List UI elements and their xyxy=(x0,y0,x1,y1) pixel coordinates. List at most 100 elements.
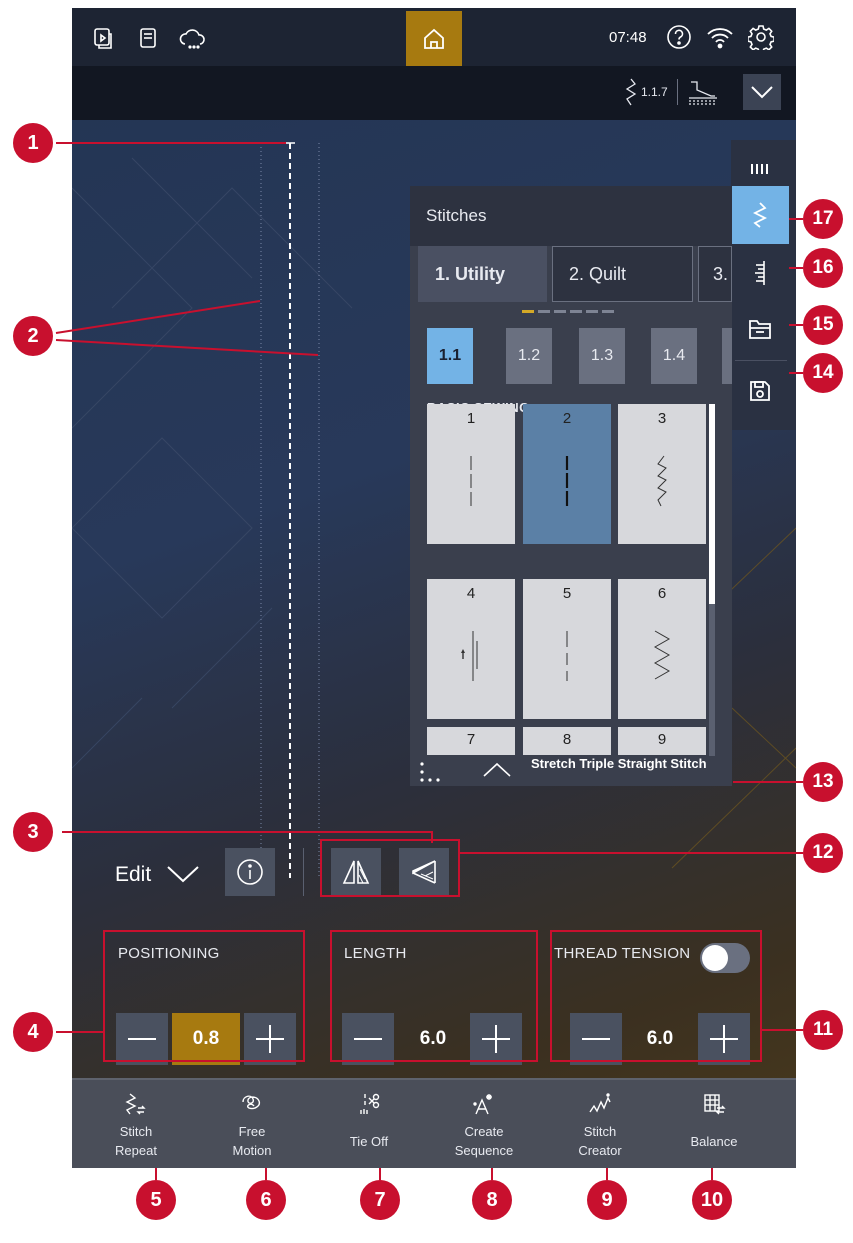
rail-save[interactable] xyxy=(731,362,789,420)
toolbar-label: Free xyxy=(238,1124,266,1139)
stitch-tile-9[interactable]: 9 xyxy=(618,727,706,755)
save-icon xyxy=(750,381,770,401)
stitch-tile-7[interactable]: 7 xyxy=(427,727,515,755)
stitch-number-label: 3 xyxy=(657,410,667,427)
stitches-panel: Stitches 1. Utility 2. Quilt 3. 1.1 1.2 … xyxy=(410,186,732,786)
tie-off-button[interactable]: Tie Off xyxy=(317,1080,421,1178)
stitch-tile-4[interactable]: 4 xyxy=(427,579,515,719)
toolbar-label: Balance xyxy=(690,1134,738,1149)
info-bar: 1.1.7 xyxy=(72,66,796,120)
callout-13: 13 xyxy=(803,762,843,802)
callout-11: 11 xyxy=(803,1010,843,1050)
stitch-tile-1[interactable]: 1 xyxy=(427,404,515,544)
toolbar-label: Tie Off xyxy=(349,1134,389,1149)
subtab-1-2[interactable]: 1.2 xyxy=(506,328,552,384)
callout-4: 4 xyxy=(13,1012,53,1052)
stitch-tile-3[interactable]: 3 xyxy=(618,404,706,544)
stitch-indicator: 1.1.7 xyxy=(624,78,719,106)
help-icon[interactable] xyxy=(666,24,692,50)
chevron-up-icon[interactable] xyxy=(482,760,512,778)
callout-10: 10 xyxy=(692,1180,732,1220)
expand-button[interactable] xyxy=(743,74,781,110)
home-button[interactable] xyxy=(406,11,462,66)
stitch-number: 1.1.7 xyxy=(641,85,668,99)
callout-15: 15 xyxy=(803,305,843,345)
folder-icon xyxy=(749,320,771,339)
rail-fonts[interactable] xyxy=(731,244,789,302)
create-sequence-button[interactable]: Create Sequence xyxy=(432,1080,536,1178)
info-button[interactable] xyxy=(225,848,275,896)
stitch-icon xyxy=(625,78,637,106)
callout-16: 16 xyxy=(803,248,843,288)
tab-3[interactable]: 3. xyxy=(698,246,732,302)
triple-straight-stitch-icon xyxy=(565,456,569,506)
stitch-number-label: 2 xyxy=(562,410,572,427)
callout-9: 9 xyxy=(587,1180,627,1220)
panel-header: Stitches xyxy=(410,186,732,246)
font-icon xyxy=(755,261,765,285)
manual-figure: 07:48 1.1.7 Stitches 1. Utility 2. Quilt… xyxy=(0,0,853,1243)
stitch-repeat-icon xyxy=(125,1093,146,1115)
page-indicator xyxy=(522,310,614,313)
highlight-tension xyxy=(550,930,762,1062)
status-bar: 07:48 xyxy=(72,8,796,66)
subtab-1-5[interactable] xyxy=(722,328,732,384)
stitch-tile-2[interactable]: 2 xyxy=(523,404,611,544)
rail-stitches[interactable] xyxy=(731,186,789,244)
toolbar-label: Stitch xyxy=(583,1124,617,1139)
callout-6: 6 xyxy=(246,1180,286,1220)
edit-label[interactable]: Edit xyxy=(115,863,151,887)
stitch-number-label: 4 xyxy=(466,585,476,602)
presser-foot-icon xyxy=(688,81,717,105)
info-icon xyxy=(237,859,263,885)
tie-off-icon xyxy=(360,1093,380,1114)
bottom-toolbar: Stitch Repeat Free Motion Tie Off Create… xyxy=(72,1078,796,1168)
highlight-mirror xyxy=(320,839,460,897)
stitch-number-label: 1 xyxy=(466,410,476,427)
free-motion-button[interactable]: Free Motion xyxy=(200,1080,304,1178)
stitch-number-label: 8 xyxy=(562,731,572,748)
home-icon xyxy=(424,28,444,49)
balance-button[interactable]: Balance xyxy=(662,1080,766,1178)
stitch-tile-5[interactable]: 5 xyxy=(523,579,611,719)
toolbar-divider xyxy=(303,848,304,896)
stitch-creator-icon xyxy=(589,1093,611,1113)
basting-stitch-icon xyxy=(566,631,568,681)
stitch-repeat-button[interactable]: Stitch Repeat xyxy=(84,1080,188,1178)
cloud-icon[interactable] xyxy=(178,26,208,50)
create-sequence-icon xyxy=(473,1094,492,1115)
wifi-icon[interactable] xyxy=(706,24,734,50)
callout-7: 7 xyxy=(360,1180,400,1220)
panel-title: Stitches xyxy=(426,206,487,225)
subtab-1-1[interactable]: 1.1 xyxy=(427,328,473,384)
callout-12: 12 xyxy=(803,833,843,873)
drag-handle-icon[interactable] xyxy=(418,760,448,784)
side-rail xyxy=(731,140,796,430)
settings-icon[interactable] xyxy=(748,24,774,50)
subtab-1-3[interactable]: 1.3 xyxy=(579,328,625,384)
highlight-positioning xyxy=(103,930,305,1062)
rail-file-manager[interactable] xyxy=(731,300,789,358)
tab-utility[interactable]: 1. Utility xyxy=(418,246,547,302)
stitch-number-label: 7 xyxy=(466,731,476,748)
tab-quilt[interactable]: 2. Quilt xyxy=(552,246,693,302)
stitch-menu-icon xyxy=(752,202,768,228)
toolbar-label: Stitch xyxy=(119,1124,153,1139)
toolbar-label: Creator xyxy=(578,1143,622,1158)
callout-1: 1 xyxy=(13,123,53,163)
free-motion-icon xyxy=(242,1095,261,1110)
callout-5: 5 xyxy=(136,1180,176,1220)
manual-icon[interactable] xyxy=(136,26,160,50)
stitch-tile-6[interactable]: 6 xyxy=(618,579,706,719)
callout-17: 17 xyxy=(803,199,843,239)
stitch-tile-8[interactable]: 8 xyxy=(523,727,611,755)
edit-chevron-icon[interactable] xyxy=(165,864,201,884)
scrollbar-thumb[interactable] xyxy=(709,404,715,604)
stitch-creator-button[interactable]: Stitch Creator xyxy=(548,1080,652,1178)
embroidery-icon xyxy=(751,164,768,174)
subtab-1-4[interactable]: 1.4 xyxy=(651,328,697,384)
stitch-number-label: 9 xyxy=(657,731,667,748)
highlight-length xyxy=(330,930,538,1062)
chevron-down-icon xyxy=(751,86,773,99)
sewing-mode-icon[interactable] xyxy=(92,26,116,50)
